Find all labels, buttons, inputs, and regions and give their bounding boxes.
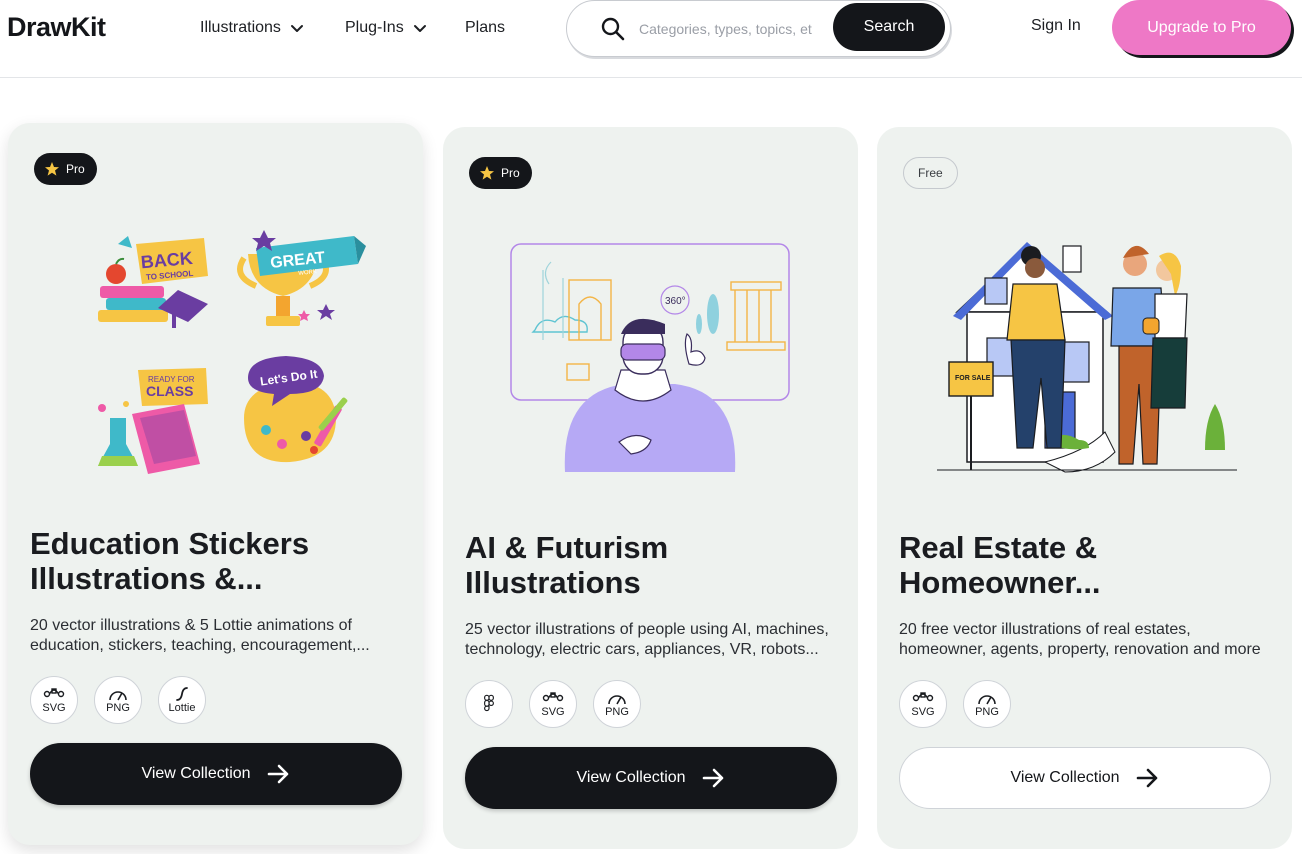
view-collection-label: View Collection <box>141 765 251 782</box>
upgrade-to-pro-button[interactable]: Upgrade to Pro <box>1112 0 1291 55</box>
arrow-right-icon <box>702 768 723 788</box>
card-title[interactable]: AI & Futurism Illustrations <box>465 530 840 600</box>
nav-plans-label: Plans <box>465 19 506 36</box>
format-label: Lottie <box>168 701 196 714</box>
vr-360-label: 360° <box>665 296 686 307</box>
card-title[interactable]: Real Estate & Homeowner... <box>899 530 1274 600</box>
png-format-badge: PNG <box>593 680 641 728</box>
card-description: 20 free vector illustrations of real est… <box>899 621 1261 658</box>
drawkit-logo[interactable]: DrawKit <box>7 12 106 43</box>
nav-illustrations-label: Illustrations <box>200 19 281 36</box>
ready-for-class-sticker: READY FOR CLASS <box>98 368 208 474</box>
arrow-right-icon <box>1136 768 1157 788</box>
png-format-icon <box>109 690 127 700</box>
collection-card-education[interactable]: Pro BACK TO SCHOOL GREAT WORK READY FOR … <box>8 123 423 845</box>
svg-format-icon <box>912 691 934 701</box>
real-estate-illustration: FOR SALE <box>937 242 1237 473</box>
png-format-badge: PNG <box>963 680 1011 728</box>
card-description: 20 vector illustrations & 5 Lottie anima… <box>30 617 370 654</box>
lets-do-it-sticker: Let's Do It <box>244 356 348 463</box>
search-input[interactable] <box>639 19 829 39</box>
search-icon <box>601 17 625 41</box>
format-list: SVG PNG Lottie <box>30 676 206 724</box>
chevron-down-icon <box>413 25 426 32</box>
svg-format-badge: SVG <box>899 680 947 728</box>
view-collection-label: View Collection <box>1010 769 1120 786</box>
free-badge: Free <box>903 157 958 189</box>
back-to-school-sticker: BACK TO SCHOOL <box>98 236 208 328</box>
ai-futurism-illustration: 360° <box>510 243 790 472</box>
nav-plug-ins-label: Plug-Ins <box>345 19 404 36</box>
format-label: SVG <box>42 701 66 714</box>
svg-format-badge: SVG <box>529 680 577 728</box>
png-format-badge: PNG <box>94 676 142 724</box>
figma-format-badge <box>465 680 513 728</box>
view-collection-button[interactable]: View Collection <box>30 743 402 805</box>
format-label: SVG <box>541 705 565 718</box>
sticker-class: CLASS <box>146 383 193 399</box>
pro-badge: Pro <box>469 157 532 189</box>
svg-format-badge: SVG <box>30 676 78 724</box>
search-button[interactable]: Search <box>833 3 945 51</box>
lottie-format-badge: Lottie <box>158 676 206 724</box>
nav-illustrations[interactable]: Illustrations <box>200 17 305 39</box>
nav-plans[interactable]: Plans <box>465 17 505 39</box>
chevron-down-icon <box>290 25 303 32</box>
sticker-work: WORK <box>298 269 317 277</box>
star-icon <box>45 162 59 176</box>
star-icon <box>480 166 494 180</box>
nav-plug-ins[interactable]: Plug-Ins <box>345 17 428 39</box>
search-bar: Search <box>566 0 951 57</box>
pro-badge: Pro <box>34 153 97 185</box>
format-label: PNG <box>605 705 629 718</box>
format-label: PNG <box>975 705 999 718</box>
sign-in-link[interactable]: Sign In <box>1031 17 1081 35</box>
svg-format-icon <box>542 691 564 701</box>
card-description: 25 vector illustrations of people using … <box>465 621 829 658</box>
collection-card-real-estate[interactable]: Free FOR SALE Real Estate & Homeowner...… <box>877 127 1292 849</box>
png-format-icon <box>978 694 996 704</box>
education-stickers-illustration: BACK TO SCHOOL GREAT WORK READY FOR CLAS… <box>98 230 366 474</box>
view-collection-button[interactable]: View Collection <box>465 747 837 809</box>
view-collection-label: View Collection <box>576 769 686 786</box>
badge-label: Free <box>918 166 943 180</box>
format-label: PNG <box>106 701 130 714</box>
badge-label: Pro <box>66 162 85 176</box>
badge-label: Pro <box>501 166 520 180</box>
view-collection-button[interactable]: View Collection <box>899 747 1271 809</box>
figma-icon <box>484 694 494 711</box>
top-navigation-bar: DrawKit Illustrations Plug-Ins Plans Sea… <box>0 0 1302 78</box>
svg-format-icon <box>43 687 65 697</box>
format-label: SVG <box>911 705 935 718</box>
card-title[interactable]: Education Stickers Illustrations &... <box>30 526 405 596</box>
format-list: SVG PNG <box>465 680 641 728</box>
great-work-trophy-sticker: GREAT WORK <box>237 230 366 326</box>
format-list: SVG PNG <box>899 680 1011 728</box>
arrow-right-icon <box>267 764 288 784</box>
collection-card-ai-futurism[interactable]: Pro 360° AI & Futurism Illustrations 25 … <box>443 127 858 849</box>
png-format-icon <box>608 694 626 704</box>
for-sale-sign: FOR SALE <box>955 375 991 382</box>
lottie-format-icon <box>176 686 188 701</box>
